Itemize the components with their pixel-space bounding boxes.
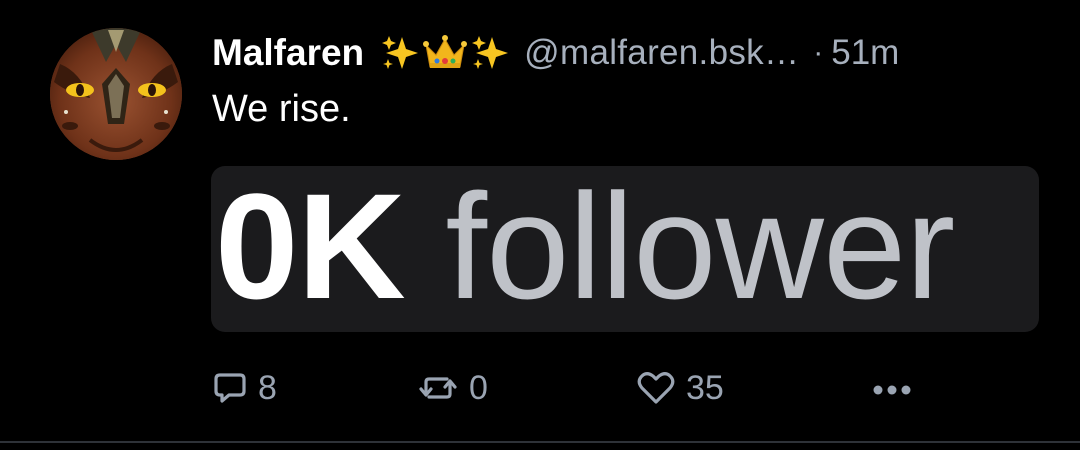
more-dots-icon bbox=[870, 370, 914, 406]
author-avatar[interactable] bbox=[50, 28, 182, 160]
reply-count: 8 bbox=[258, 368, 277, 407]
crown-emoji-icon bbox=[422, 33, 468, 73]
more-options-button[interactable] bbox=[870, 362, 914, 414]
heart-icon bbox=[636, 370, 676, 406]
dragon-avatar-image bbox=[50, 28, 182, 160]
embedded-image-text: 0K follower bbox=[215, 166, 955, 332]
sparkles-emoji-icon bbox=[380, 33, 420, 73]
post-header: Malfaren @malfaren.bsk… · 51m bbox=[212, 28, 899, 78]
post-card[interactable]: Malfaren @malfaren.bsk… · 51m We rise. 0… bbox=[0, 0, 1080, 450]
repost-button[interactable]: 0 bbox=[417, 362, 488, 414]
repost-arrows-icon bbox=[417, 370, 459, 406]
author-handle[interactable]: @malfaren.bsk… bbox=[524, 33, 799, 73]
post-divider bbox=[0, 441, 1080, 443]
reply-button[interactable]: 8 bbox=[212, 362, 277, 414]
embedded-image-soft-text: follower bbox=[404, 166, 955, 330]
name-emojis bbox=[380, 33, 510, 73]
post-timestamp[interactable]: 51m bbox=[831, 33, 899, 73]
post-actions: 8 0 35 bbox=[212, 362, 1032, 414]
sparkles-emoji-icon bbox=[470, 33, 510, 73]
reply-bubble-icon bbox=[212, 370, 248, 406]
post-text: We rise. bbox=[212, 88, 351, 130]
header-separator: · bbox=[813, 36, 824, 69]
embedded-image-strong-text: 0K bbox=[215, 166, 406, 330]
embedded-image[interactable]: 0K follower bbox=[211, 166, 1039, 332]
like-count: 35 bbox=[686, 368, 724, 407]
like-button[interactable]: 35 bbox=[636, 362, 724, 414]
author-display-name[interactable]: Malfaren bbox=[212, 32, 364, 74]
repost-count: 0 bbox=[469, 368, 488, 407]
